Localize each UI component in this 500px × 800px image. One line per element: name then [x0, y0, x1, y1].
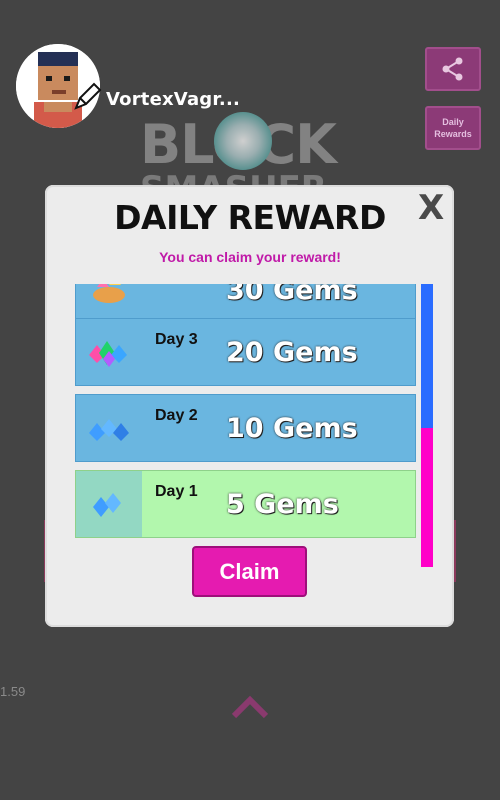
share-icon: [442, 57, 463, 81]
gem-icon: [93, 493, 121, 517]
reward-list[interactable]: 30 Gems Day 3 20 Gems Day 2 10 Gems Day …: [75, 284, 416, 540]
pencil-icon[interactable]: [70, 80, 104, 114]
reward-gem-box: [76, 471, 142, 537]
gem-icon: [89, 341, 127, 367]
logo-orb: [214, 112, 272, 170]
reward-day: Day 3: [155, 331, 198, 348]
reward-amount: 30 Gems: [226, 284, 358, 306]
version-label: 1.59: [0, 684, 26, 699]
reward-row: Day 3 20 Gems: [75, 318, 416, 386]
reward-gem-box: [76, 319, 142, 385]
reward-amount: 10 Gems: [226, 413, 358, 444]
modal-subtitle: You can claim your reward!: [159, 249, 341, 265]
gem-icon: [89, 419, 129, 441]
share-button[interactable]: [425, 47, 481, 91]
username: VortexVagr...: [106, 89, 241, 110]
chevron-up-icon[interactable]: [230, 694, 270, 720]
reward-day: Day 2: [155, 407, 198, 424]
scrollbar-thumb[interactable]: [421, 284, 433, 428]
gem-icon: [93, 284, 125, 303]
reward-amount: 20 Gems: [226, 337, 358, 368]
reward-row: Day 2 10 Gems: [75, 394, 416, 462]
reward-row-claimable[interactable]: Day 1 5 Gems: [75, 470, 416, 538]
close-button[interactable]: X: [418, 188, 444, 228]
reward-gem-box: [76, 395, 142, 461]
reward-amount: 5 Gems: [226, 489, 339, 520]
claim-button[interactable]: Claim: [192, 546, 307, 597]
daily-rewards-button[interactable]: Daily Rewards: [425, 106, 481, 150]
reward-day: Day 1: [155, 483, 198, 500]
